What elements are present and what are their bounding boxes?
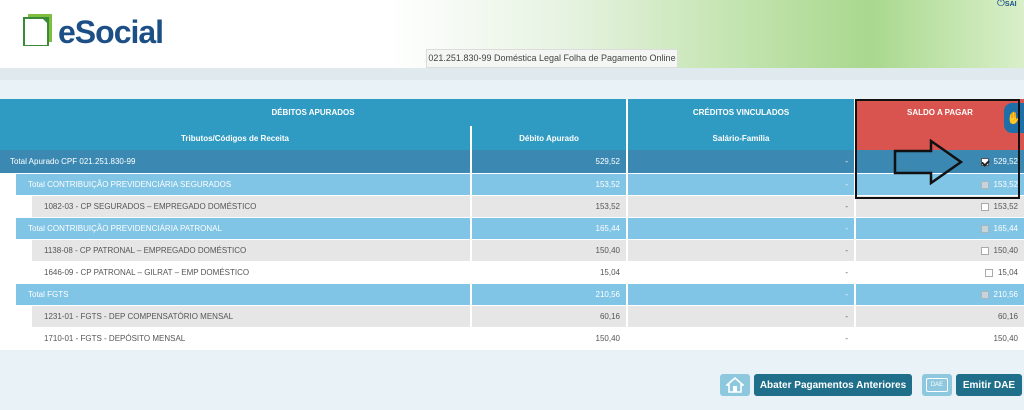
accessibility-tab[interactable]: ✋ bbox=[1004, 103, 1024, 133]
dae-document-icon: DAE bbox=[926, 378, 948, 392]
indent-spacer bbox=[0, 218, 16, 240]
app-header: eSocial 021.251.830-99 Doméstica Legal F… bbox=[0, 0, 1024, 69]
row-debito: 153,52 bbox=[472, 174, 628, 196]
row-debito: 165,44 bbox=[472, 218, 628, 240]
indent-spacer bbox=[0, 306, 32, 328]
employer-subtitle: 021.251.830-99 Doméstica Legal Folha de … bbox=[426, 49, 678, 68]
row-credito: - bbox=[628, 240, 856, 262]
row-saldo: 15,04 bbox=[856, 262, 1024, 284]
row-credito: - bbox=[628, 262, 856, 284]
row-credito: - bbox=[628, 150, 856, 174]
indent-spacer bbox=[0, 284, 16, 306]
logout-button[interactable]: ⏻SAI bbox=[997, 0, 1017, 9]
row-label: Total FGTS bbox=[16, 284, 472, 306]
row-debito: 150,40 bbox=[472, 240, 628, 262]
row-credito: - bbox=[628, 306, 856, 328]
table-row: 1082-03 - CP SEGURADOS – EMPREGADO DOMÉS… bbox=[0, 196, 1024, 218]
table-row: Total CONTRIBUIÇÃO PREVIDENCIÁRIA PATRON… bbox=[0, 218, 1024, 240]
row-label: Total Apurado CPF 021.251.830-99 bbox=[0, 150, 472, 174]
pointer-arrow-icon bbox=[893, 139, 963, 185]
row-label: 1138-08 - CP PATRONAL – EMPREGADO DOMÉST… bbox=[32, 240, 472, 262]
header-debitos-apurados: DÉBITOS APURADOS bbox=[0, 99, 628, 126]
saldo-value: 150,40 bbox=[993, 334, 1018, 343]
indent-spacer bbox=[0, 262, 32, 284]
header-debito-apurado: Débito Apurado bbox=[472, 126, 628, 150]
saldo-checkbox[interactable] bbox=[980, 290, 989, 299]
home-icon bbox=[726, 377, 744, 393]
row-debito: 529,52 bbox=[472, 150, 628, 174]
power-icon: ⏻ bbox=[997, 0, 1005, 9]
row-saldo: 165,44 bbox=[856, 218, 1024, 240]
indent-spacer bbox=[0, 328, 32, 350]
indent-spacer bbox=[0, 240, 32, 262]
row-saldo: 60,16 bbox=[856, 306, 1024, 328]
table-row: 1710-01 - FGTS - DEPÓSITO MENSAL 150,40-1… bbox=[0, 328, 1024, 350]
row-credito: - bbox=[628, 328, 856, 350]
row-credito: - bbox=[628, 174, 856, 196]
row-credito: - bbox=[628, 284, 856, 306]
row-credito: - bbox=[628, 218, 856, 240]
saldo-value: 60,16 bbox=[997, 312, 1018, 321]
header-saldo-a-pagar: SALDO A PAGAR bbox=[856, 99, 1024, 126]
row-debito: 210,56 bbox=[472, 284, 628, 306]
table-row: 1646-09 - CP PATRONAL – GILRAT – EMP DOM… bbox=[0, 262, 1024, 284]
saldo-value: 210,56 bbox=[993, 290, 1018, 299]
row-label: 1082-03 - CP SEGURADOS – EMPREGADO DOMÉS… bbox=[32, 196, 472, 218]
row-label: Total CONTRIBUIÇÃO PREVIDENCIÁRIA PATRON… bbox=[16, 218, 472, 240]
saldo-checkbox[interactable] bbox=[984, 268, 993, 277]
saldo-value: 153,52 bbox=[993, 202, 1018, 211]
saldo-value: 165,44 bbox=[993, 224, 1018, 233]
esocial-logo[interactable]: eSocial bbox=[22, 10, 182, 50]
row-saldo: 210,56 bbox=[856, 284, 1024, 306]
row-label: 1710-01 - FGTS - DEPÓSITO MENSAL bbox=[32, 328, 472, 350]
header-salario-familia: Salário-Família bbox=[628, 126, 856, 150]
logo-mark-icon bbox=[23, 14, 52, 46]
saldo-checkbox[interactable] bbox=[980, 180, 989, 189]
row-saldo: 150,40 bbox=[856, 328, 1024, 350]
saldo-checkbox[interactable] bbox=[980, 157, 989, 166]
table-row: Total FGTS 210,56-210,56 bbox=[0, 284, 1024, 306]
saldo-checkbox[interactable] bbox=[980, 202, 989, 211]
row-saldo: 150,40 bbox=[856, 240, 1024, 262]
row-label: 1646-09 - CP PATRONAL – GILRAT – EMP DOM… bbox=[32, 262, 472, 284]
table-row: 1138-08 - CP PATRONAL – EMPREGADO DOMÉST… bbox=[0, 240, 1024, 262]
emitir-dae-button[interactable]: Emitir DAE bbox=[956, 374, 1022, 396]
saldo-value: 150,40 bbox=[993, 246, 1018, 255]
header-tributos: Tributos/Códigos de Receita bbox=[0, 126, 472, 150]
sub-header-row: Tributos/Códigos de Receita Débito Apura… bbox=[0, 126, 1024, 150]
table-row: Total Apurado CPF 021.251.830-99 529,52-5… bbox=[0, 150, 1024, 174]
logout-label: SAI bbox=[1004, 1, 1017, 8]
row-debito: 15,04 bbox=[472, 262, 628, 284]
group-header-row: DÉBITOS APURADOS CRÉDITOS VINCULADOS SAL… bbox=[0, 99, 1024, 126]
saldo-checkbox[interactable] bbox=[980, 246, 989, 255]
table-row: Total CONTRIBUIÇÃO PREVIDENCIÁRIA SEGURA… bbox=[0, 174, 1024, 196]
accessibility-icon: ✋ bbox=[1006, 111, 1022, 125]
saldo-value: 529,52 bbox=[993, 157, 1018, 166]
row-debito: 150,40 bbox=[472, 328, 628, 350]
abater-icon-button[interactable] bbox=[720, 374, 750, 396]
saldo-value: 153,52 bbox=[993, 180, 1018, 189]
row-saldo: 153,52 bbox=[856, 196, 1024, 218]
row-debito: 153,52 bbox=[472, 196, 628, 218]
logo-text: eSocial bbox=[58, 14, 164, 50]
table-row: 1231-01 - FGTS - DEP COMPENSATÓRIO MENSA… bbox=[0, 306, 1024, 328]
row-debito: 60,16 bbox=[472, 306, 628, 328]
saldo-checkbox[interactable] bbox=[980, 224, 989, 233]
indent-spacer bbox=[0, 196, 32, 218]
indent-spacer bbox=[0, 174, 16, 196]
saldo-value: 15,04 bbox=[997, 268, 1018, 277]
row-credito: - bbox=[628, 196, 856, 218]
row-label: Total CONTRIBUIÇÃO PREVIDENCIÁRIA SEGURA… bbox=[16, 174, 472, 196]
header-creditos-vinculados: CRÉDITOS VINCULADOS bbox=[628, 99, 856, 126]
row-label: 1231-01 - FGTS - DEP COMPENSATÓRIO MENSA… bbox=[32, 306, 472, 328]
dae-icon-button[interactable]: DAE bbox=[922, 374, 952, 396]
header-band bbox=[0, 68, 1024, 80]
abater-pagamentos-button[interactable]: Abater Pagamentos Anteriores bbox=[754, 374, 912, 396]
